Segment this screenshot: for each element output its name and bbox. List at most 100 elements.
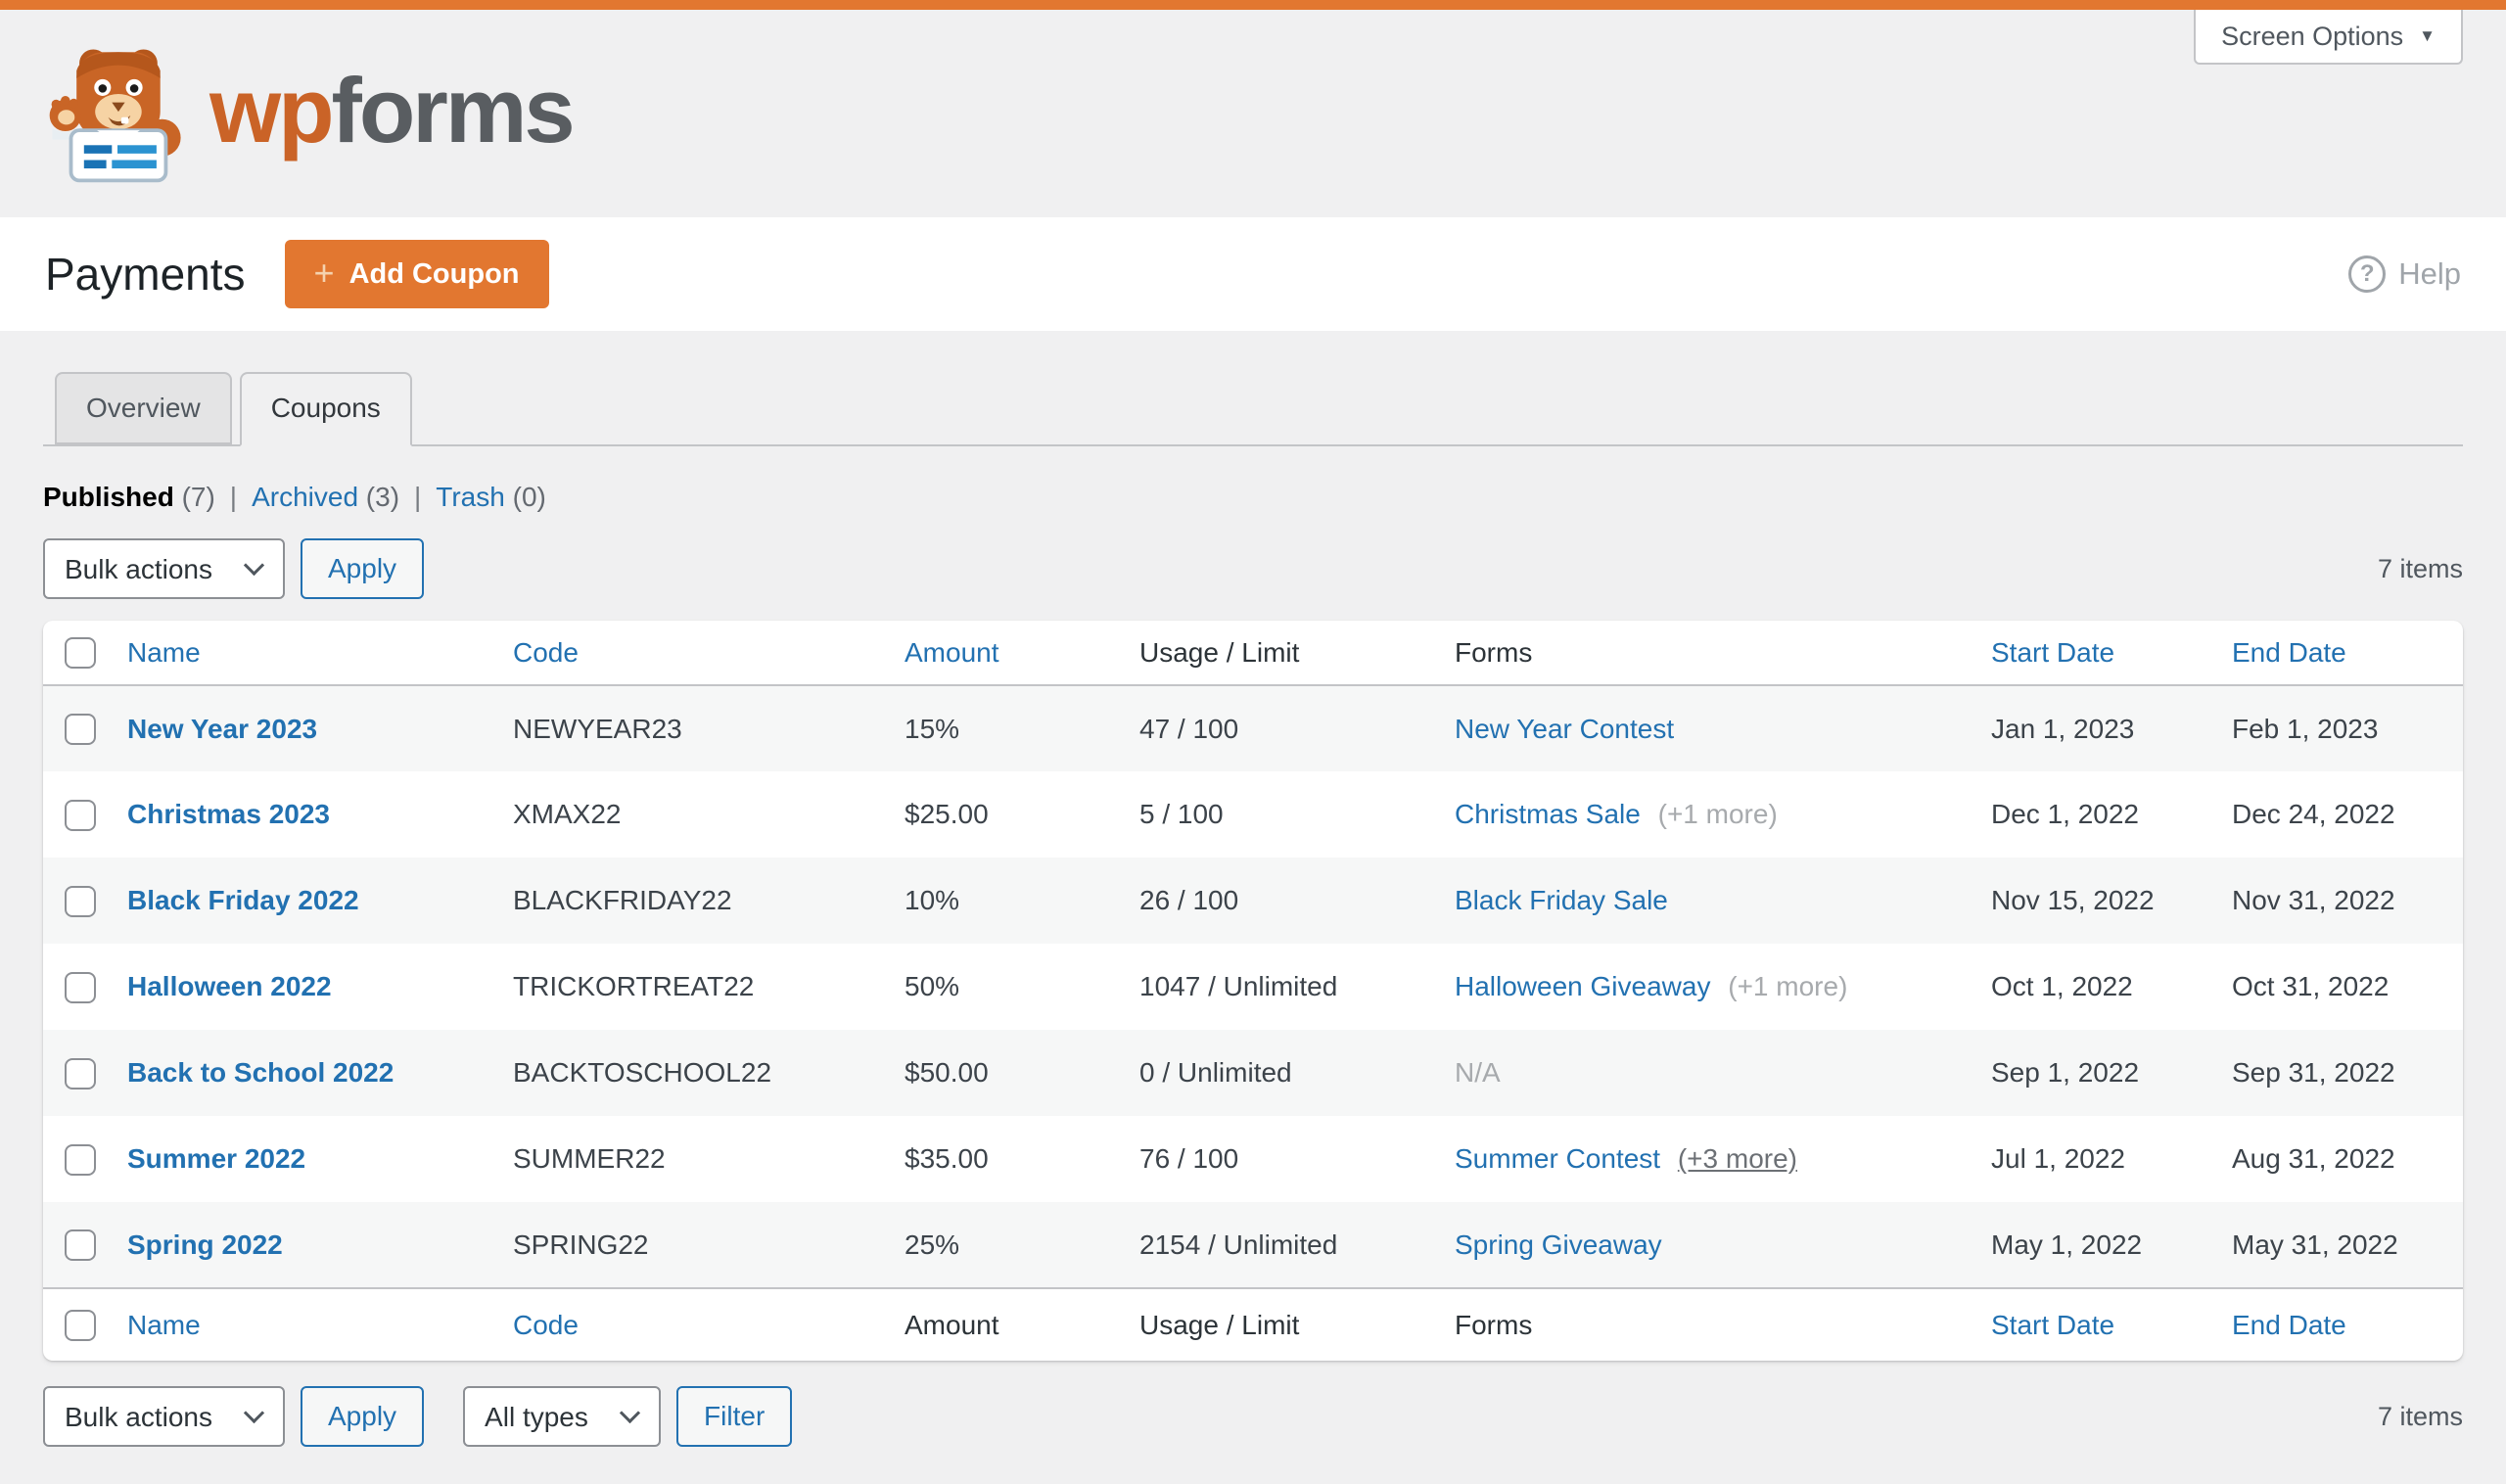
select-all-checkbox-footer[interactable] bbox=[65, 1310, 96, 1342]
row-checkbox[interactable] bbox=[65, 1143, 96, 1176]
coupon-code: XMAX22 bbox=[513, 799, 622, 829]
row-checkbox-cell bbox=[43, 858, 112, 944]
row-checkbox[interactable] bbox=[65, 714, 96, 746]
plus-icon: + bbox=[313, 252, 335, 293]
header-column-forms: Forms bbox=[1439, 621, 1975, 686]
help-link[interactable]: ? Help bbox=[2348, 255, 2461, 293]
coupon-start-date: Oct 1, 2022 bbox=[1991, 971, 2133, 1001]
header-column-start-sort-link[interactable]: Start Date bbox=[1991, 637, 2114, 668]
form-extra-count[interactable]: (+1 more) bbox=[1728, 971, 1847, 1001]
coupon-name-link[interactable]: Back to School 2022 bbox=[127, 1057, 394, 1088]
coupon-usage-limit: 0 / Unlimited bbox=[1139, 1057, 1292, 1088]
brand-header: wpforms bbox=[0, 10, 2506, 217]
coupon-start-date: Jul 1, 2022 bbox=[1991, 1143, 2125, 1174]
header-column-amount-sort-link[interactable]: Amount bbox=[905, 637, 999, 668]
select-all-checkbox[interactable] bbox=[65, 637, 96, 670]
coupon-name-link[interactable]: Halloween 2022 bbox=[127, 971, 332, 1001]
header-column-name-sort-link[interactable]: Name bbox=[127, 637, 201, 668]
page-title-band: Payments + Add Coupon ? Help bbox=[0, 217, 2506, 331]
footer-column-usage: Usage / Limit bbox=[1124, 1287, 1439, 1361]
coupon-code: SUMMER22 bbox=[513, 1143, 666, 1174]
footer-checkbox-cell bbox=[43, 1287, 112, 1361]
coupon-start-date: Sep 1, 2022 bbox=[1991, 1057, 2140, 1088]
filter-label[interactable]: Trash bbox=[436, 482, 505, 512]
add-coupon-button[interactable]: + Add Coupon bbox=[284, 240, 549, 308]
coupon-usage-limit: 5 / 100 bbox=[1139, 799, 1224, 829]
payments-tabs: Overview Coupons bbox=[43, 372, 2463, 446]
tab-overview[interactable]: Overview bbox=[55, 372, 232, 444]
bulk-actions-select[interactable]: Bulk actions bbox=[43, 538, 285, 599]
coupon-code: BACKTOSCHOOL22 bbox=[513, 1057, 772, 1088]
footer-column-amount-label: Amount bbox=[905, 1309, 999, 1340]
header-column-code-sort-link[interactable]: Code bbox=[513, 637, 579, 668]
form-link[interactable]: Summer Contest bbox=[1455, 1143, 1660, 1174]
coupon-name-link[interactable]: Christmas 2023 bbox=[127, 799, 330, 829]
coupon-name-cell: Christmas 2023 bbox=[112, 771, 497, 858]
admin-top-accent-bar bbox=[0, 0, 2506, 10]
coupon-usage-limit: 76 / 100 bbox=[1139, 1143, 1239, 1174]
footer-column-forms-label: Forms bbox=[1455, 1309, 1533, 1340]
form-na-label: N/A bbox=[1455, 1057, 1501, 1088]
row-checkbox[interactable] bbox=[65, 1229, 96, 1262]
row-checkbox[interactable] bbox=[65, 1057, 96, 1090]
coupons-table-card: Name Code Amount Usage / Limit Forms Start Da… bbox=[43, 621, 2463, 1361]
filter-trash[interactable]: Trash (0) bbox=[436, 482, 546, 513]
type-filter-select[interactable]: All types bbox=[463, 1386, 662, 1447]
bulk-actions-select-bottom[interactable]: Bulk actions bbox=[43, 1386, 285, 1447]
form-link[interactable]: Christmas Sale bbox=[1455, 799, 1641, 829]
coupon-code: BLACKFRIDAY22 bbox=[513, 885, 732, 915]
coupon-amount: $50.00 bbox=[905, 1057, 989, 1088]
row-checkbox[interactable] bbox=[65, 885, 96, 917]
table-body: New Year 2023 NEWYEAR23 15% 47 / 100 New… bbox=[43, 685, 2463, 1288]
coupon-usage-limit: 2154 / Unlimited bbox=[1139, 1229, 1338, 1260]
coupon-name-cell: Back to School 2022 bbox=[112, 1030, 497, 1116]
filter-count: (3) bbox=[358, 482, 400, 512]
apply-button[interactable]: Apply bbox=[301, 538, 425, 599]
row-checkbox[interactable] bbox=[65, 799, 96, 831]
items-count-bottom: 7 items bbox=[2377, 1401, 2463, 1431]
form-link[interactable]: New Year Contest bbox=[1455, 714, 1674, 744]
header-column-name: Name bbox=[112, 621, 497, 686]
coupon-forms-cell: Summer Contest (+3 more) bbox=[1439, 1116, 1975, 1202]
filter-button[interactable]: Filter bbox=[676, 1386, 793, 1447]
coupon-end-date: Sep 31, 2022 bbox=[2232, 1057, 2395, 1088]
filter-label[interactable]: Archived bbox=[252, 482, 358, 512]
table-footer-row: Name Code Amount Usage / Limit Forms Start Da… bbox=[43, 1287, 2463, 1361]
footer-column-end-sort-link[interactable]: End Date bbox=[2232, 1310, 2346, 1340]
coupon-usage-limit: 47 / 100 bbox=[1139, 713, 1239, 744]
row-checkbox[interactable] bbox=[65, 971, 96, 1003]
table-row: Summer 2022 SUMMER22 $35.00 76 / 100 Sum… bbox=[43, 1116, 2463, 1202]
form-link[interactable]: Spring Giveaway bbox=[1455, 1229, 1662, 1260]
screen-options-label: Screen Options bbox=[2221, 21, 2404, 51]
header-column-end-sort-link[interactable]: End Date bbox=[2232, 637, 2346, 668]
form-link[interactable]: Black Friday Sale bbox=[1455, 885, 1668, 915]
tab-coupons[interactable]: Coupons bbox=[239, 372, 412, 446]
coupons-table: Name Code Amount Usage / Limit Forms Start Da… bbox=[43, 621, 2463, 1361]
row-checkbox-cell bbox=[43, 1030, 112, 1116]
filter-published[interactable]: Published (7) bbox=[43, 482, 215, 513]
filter-archived[interactable]: Archived (3) bbox=[252, 482, 399, 513]
table-row: Back to School 2022 BACKTOSCHOOL22 $50.0… bbox=[43, 1030, 2463, 1116]
footer-column-start-sort-link[interactable]: Start Date bbox=[1991, 1310, 2114, 1340]
coupon-name-link[interactable]: Black Friday 2022 bbox=[127, 885, 359, 915]
table-row: Halloween 2022 TRICKORTREAT22 50% 1047 /… bbox=[43, 944, 2463, 1030]
coupon-name-link[interactable]: Summer 2022 bbox=[127, 1143, 305, 1174]
form-link[interactable]: Halloween Giveaway bbox=[1455, 971, 1710, 1001]
coupon-forms-cell: Black Friday Sale bbox=[1439, 858, 1975, 944]
wpforms-bear-logo-icon bbox=[49, 49, 181, 183]
row-checkbox-cell bbox=[43, 1202, 112, 1288]
coupon-name-link[interactable]: New Year 2023 bbox=[127, 714, 317, 744]
footer-column-end: End Date bbox=[2216, 1287, 2463, 1361]
filter-separator: | bbox=[414, 482, 422, 512]
apply-button-bottom[interactable]: Apply bbox=[301, 1386, 425, 1447]
form-extra-count[interactable]: (+1 more) bbox=[1658, 799, 1778, 829]
footer-column-code-sort-link[interactable]: Code bbox=[513, 1310, 579, 1340]
coupon-forms-cell: N/A bbox=[1439, 1030, 1975, 1116]
footer-column-name-sort-link[interactable]: Name bbox=[127, 1310, 201, 1340]
form-extra-count[interactable]: (+3 more) bbox=[1678, 1143, 1797, 1174]
help-label: Help bbox=[2398, 256, 2461, 291]
bulk-actions-select-wrap: Bulk actions bbox=[43, 538, 285, 599]
screen-options-button[interactable]: Screen Options ▼ bbox=[2194, 10, 2463, 65]
coupons-content: Overview Coupons Published (7) | Archived (… bbox=[0, 372, 2506, 1447]
coupon-name-link[interactable]: Spring 2022 bbox=[127, 1229, 283, 1260]
